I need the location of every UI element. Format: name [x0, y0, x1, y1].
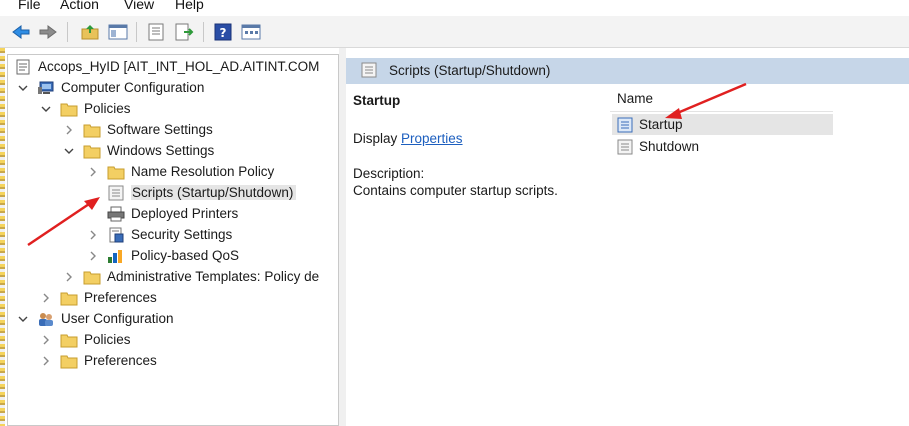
chevron-right-icon[interactable] — [87, 229, 99, 241]
folder-icon — [83, 269, 101, 285]
console-tree: Accops_HyID [AIT_INT_HOL_AD.AITINT.COM C… — [7, 54, 339, 426]
toolbar-separator — [136, 22, 137, 42]
scripts-icon — [107, 185, 125, 201]
security-settings-icon — [107, 227, 125, 243]
printer-icon — [107, 206, 125, 222]
chevron-right-icon[interactable] — [87, 166, 99, 178]
toolbar-separator — [203, 22, 204, 42]
list-item-startup[interactable]: Startup — [612, 114, 833, 135]
display-properties-line: Display Properties — [353, 131, 463, 146]
tree-item-policies[interactable]: Policies — [40, 98, 131, 119]
chevron-right-icon[interactable] — [40, 334, 52, 346]
description-label: Description: — [353, 166, 425, 181]
tree-label: Deployed Printers — [131, 206, 239, 221]
computer-icon — [37, 80, 55, 96]
bar-chart-icon — [107, 248, 125, 264]
show-hide-tree-icon[interactable] — [108, 23, 128, 41]
details-header: Scripts (Startup/Shutdown) — [346, 58, 909, 84]
column-header-label: Name — [617, 91, 654, 106]
tree-item-user-configuration[interactable]: User Configuration — [17, 308, 174, 329]
tree-label: Administrative Templates: Policy de — [107, 269, 320, 284]
tree-label: Scripts (Startup/Shutdown) — [131, 185, 297, 200]
back-icon[interactable] — [11, 23, 31, 41]
folder-icon — [60, 332, 78, 348]
tree-item-user-preferences[interactable]: Preferences — [40, 350, 157, 371]
list-item-shutdown[interactable]: Shutdown — [612, 136, 833, 157]
folder-icon — [60, 101, 78, 117]
tree-label: Software Settings — [107, 122, 213, 137]
shutdown-script-icon — [616, 139, 634, 155]
chevron-down-icon[interactable] — [17, 82, 29, 94]
tree-label: Security Settings — [131, 227, 233, 242]
chevron-down-icon[interactable] — [63, 145, 75, 157]
scripts-icon — [360, 62, 378, 81]
pane-splitter[interactable] — [339, 48, 346, 426]
forward-icon[interactable] — [38, 23, 58, 41]
menu-view[interactable]: View — [124, 0, 154, 12]
tree-label: User Configuration — [61, 311, 174, 326]
tree-label: Name Resolution Policy — [131, 164, 275, 179]
left-edge-strip — [0, 48, 5, 426]
toolbar-separator — [67, 22, 68, 42]
properties-icon[interactable] — [146, 23, 166, 41]
details-pane: Scripts (Startup/Shutdown) Startup Displ… — [346, 48, 909, 426]
chevron-right-icon[interactable] — [63, 124, 75, 136]
folder-icon — [60, 353, 78, 369]
extended-view-title: Startup — [353, 93, 401, 108]
tree-item-preferences[interactable]: Preferences — [40, 287, 157, 308]
up-folder-icon[interactable] — [80, 23, 100, 41]
tree-label: Windows Settings — [107, 143, 215, 158]
tree-item-user-policies[interactable]: Policies — [40, 329, 131, 350]
tree-label: Preferences — [84, 353, 157, 368]
tree-item-security-settings[interactable]: Security Settings — [87, 224, 232, 245]
tree-item-computer-configuration[interactable]: Computer Configuration — [17, 77, 204, 98]
tree-item-administrative-templates[interactable]: Administrative Templates: Policy de — [63, 266, 319, 287]
tree-label: Preferences — [84, 290, 157, 305]
chevron-down-icon[interactable] — [40, 103, 52, 115]
toolbar: ? — [0, 16, 909, 48]
tree-label: Policies — [84, 101, 131, 116]
chevron-right-icon[interactable] — [63, 271, 75, 283]
tree-item-name-resolution-policy[interactable]: Name Resolution Policy — [87, 161, 274, 182]
folder-icon — [83, 143, 101, 159]
menu-bar: File Action View Help — [0, 0, 909, 16]
folder-icon — [60, 290, 78, 306]
export-list-icon[interactable] — [174, 23, 194, 41]
folder-icon — [107, 164, 125, 180]
tree-label: Policies — [84, 332, 131, 347]
details-header-title: Scripts (Startup/Shutdown) — [389, 63, 551, 78]
help-icon[interactable]: ? — [213, 23, 233, 41]
tree-item-software-settings[interactable]: Software Settings — [63, 119, 213, 140]
chevron-right-icon[interactable] — [40, 292, 52, 304]
chevron-right-icon[interactable] — [40, 355, 52, 367]
chevron-down-icon[interactable] — [17, 313, 29, 325]
properties-link[interactable]: Properties — [401, 131, 463, 146]
tree-item-root[interactable]: Accops_HyID [AIT_INT_HOL_AD.AITINT.COM — [14, 56, 319, 77]
console-view-icon[interactable] — [241, 23, 261, 41]
list-item-label: Startup — [639, 117, 683, 132]
tree-item-scripts[interactable]: Scripts (Startup/Shutdown) — [107, 182, 297, 203]
list-item-label: Shutdown — [639, 139, 700, 154]
gpo-document-icon — [14, 59, 32, 75]
svg-text:?: ? — [220, 26, 227, 40]
column-header-name[interactable]: Name — [610, 86, 833, 112]
chevron-right-icon[interactable] — [87, 250, 99, 262]
tree-item-windows-settings[interactable]: Windows Settings — [63, 140, 214, 161]
tree-label: Accops_HyID [AIT_INT_HOL_AD.AITINT.COM — [38, 59, 320, 74]
tree-item-deployed-printers[interactable]: Deployed Printers — [107, 203, 238, 224]
tree-label: Computer Configuration — [61, 80, 205, 95]
folder-icon — [83, 122, 101, 138]
display-prefix: Display — [353, 131, 402, 146]
users-icon — [37, 311, 55, 327]
menu-help[interactable]: Help — [175, 0, 204, 12]
startup-script-icon — [616, 117, 634, 133]
description-text: Contains computer startup scripts. — [353, 183, 558, 198]
menu-file[interactable]: File — [18, 0, 41, 12]
menu-action[interactable]: Action — [60, 0, 99, 12]
tree-label: Policy-based QoS — [131, 248, 240, 263]
tree-item-policy-based-qos[interactable]: Policy-based QoS — [87, 245, 239, 266]
